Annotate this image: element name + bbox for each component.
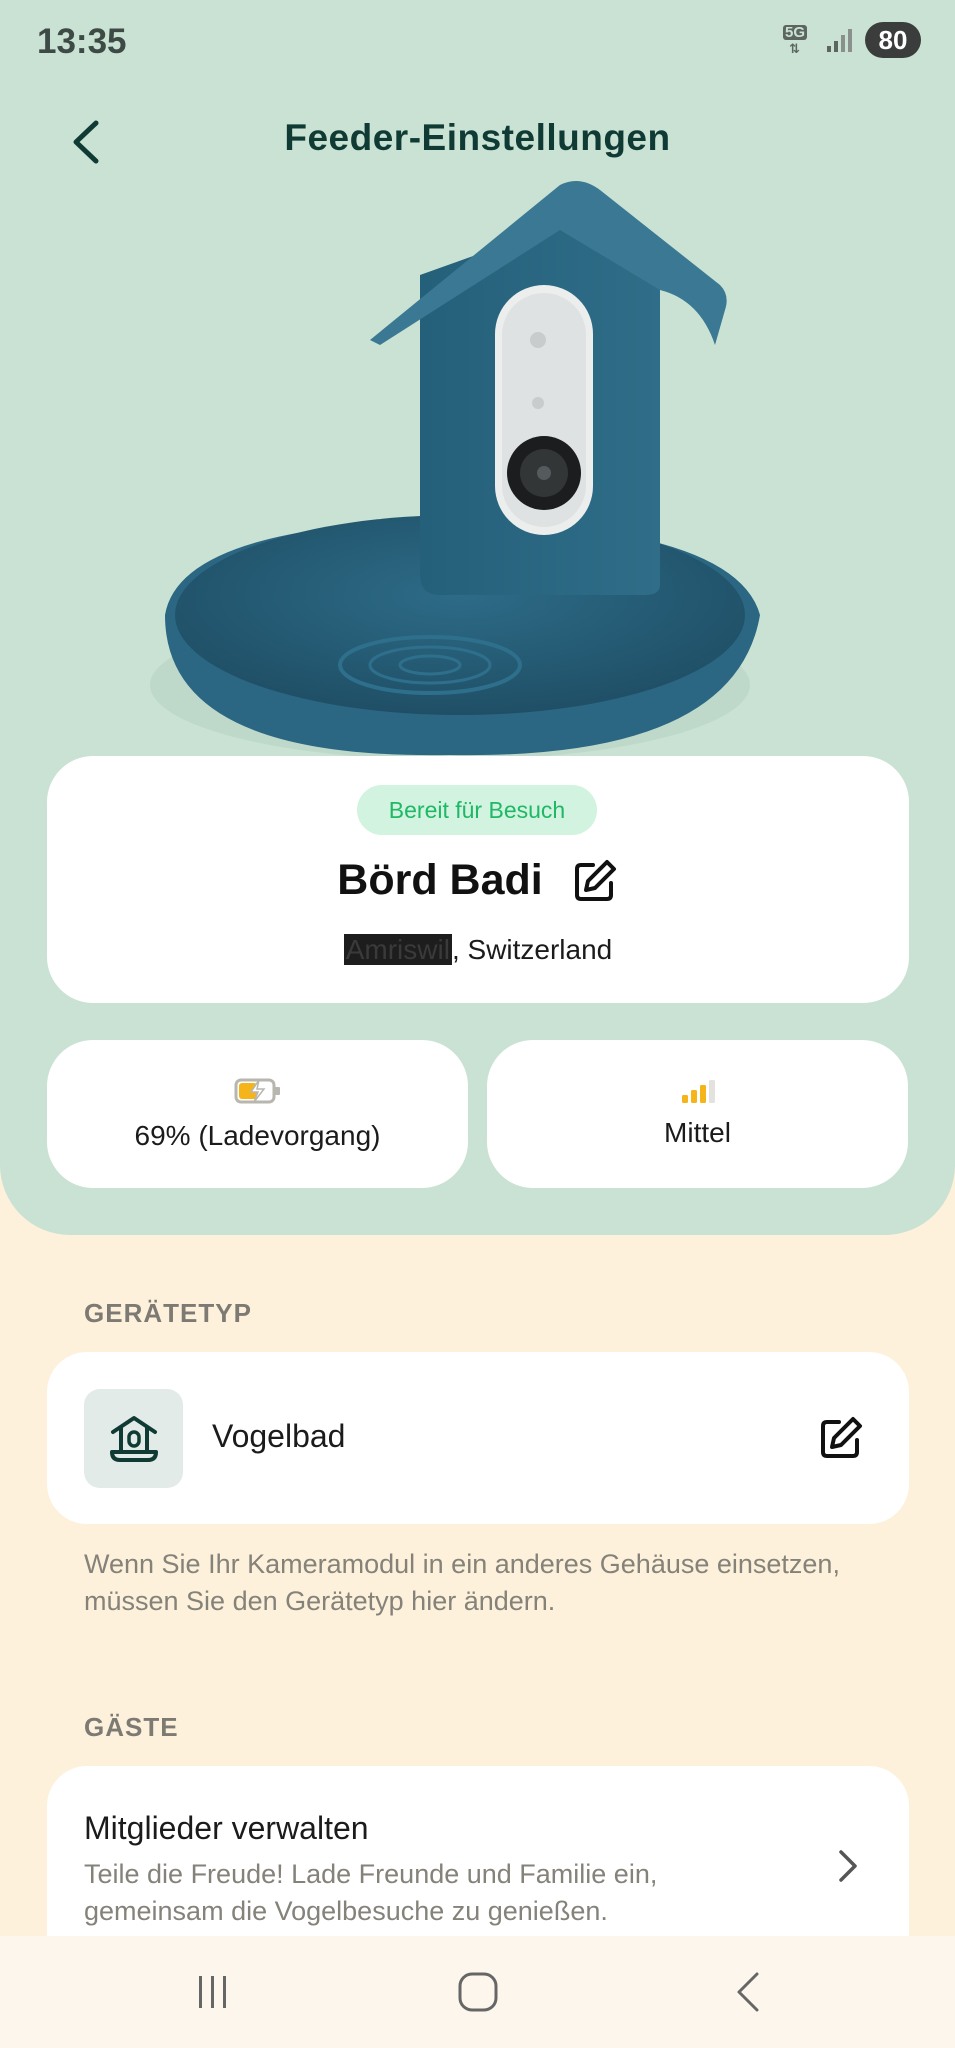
signal-bars-icon [681,1080,715,1103]
feeder-device-image [150,181,760,760]
system-nav-bar [0,1936,955,2048]
chevron-right-icon [839,1850,857,1882]
signal-card: Mittel [487,1040,908,1188]
network-label: 5G [783,24,808,41]
manage-members-subtitle: Teile die Freude! Lade Freunde und Famil… [84,1859,658,1926]
recent-apps-icon [199,1976,226,2008]
section-label-device-type: GERÄTETYP [84,1298,252,1328]
device-type-name: Vogelbad [212,1418,346,1454]
home-icon [458,1972,498,2012]
battery-text: 69% (Ladevorgang) [134,1120,381,1151]
status-time: 13:35 [37,22,127,61]
device-type-icon-box [84,1389,183,1488]
system-back-button[interactable] [712,1964,782,2020]
status-bar: 13:35 5G ⇅ 80 [0,0,955,84]
birdbath-icon [109,1415,158,1462]
status-icons: 5G ⇅ 80 [783,22,921,58]
cell-signal-icon [827,29,852,52]
section-label-guests: GÄSTE [84,1712,179,1742]
network-5g-icon: 5G ⇅ [783,24,808,56]
recent-apps-button[interactable] [178,1964,248,2020]
device-name-row: Börd Badi [47,856,909,905]
device-type-card: Vogelbad [47,1352,909,1524]
status-badge: Bereit für Besuch [357,785,597,835]
location-redacted: Amriswil [343,934,452,965]
edit-device-type-button[interactable] [817,1414,865,1462]
battery-status-icon: 80 [865,22,921,58]
device-location: Amriswil, Switzerland [47,934,909,966]
device-name: Börd Badi [337,856,543,904]
signal-text: Mittel [664,1117,731,1148]
battery-charging-icon [234,1078,280,1104]
page-title: Feeder-Einstellungen [284,117,671,158]
home-button[interactable] [443,1964,513,2020]
battery-card: 69% (Ladevorgang) [47,1040,468,1188]
location-country: , Switzerland [451,934,613,965]
manage-members-title: Mitglieder verwalten [84,1810,369,1846]
device-type-helper-text: Wenn Sie Ihr Kameramodul in ein anderes … [84,1549,840,1616]
device-info-card: Bereit für Besuch Börd Badi Amriswil, Sw… [47,756,909,1003]
edit-name-button[interactable] [571,857,619,905]
back-arrow-icon [737,1972,759,2012]
